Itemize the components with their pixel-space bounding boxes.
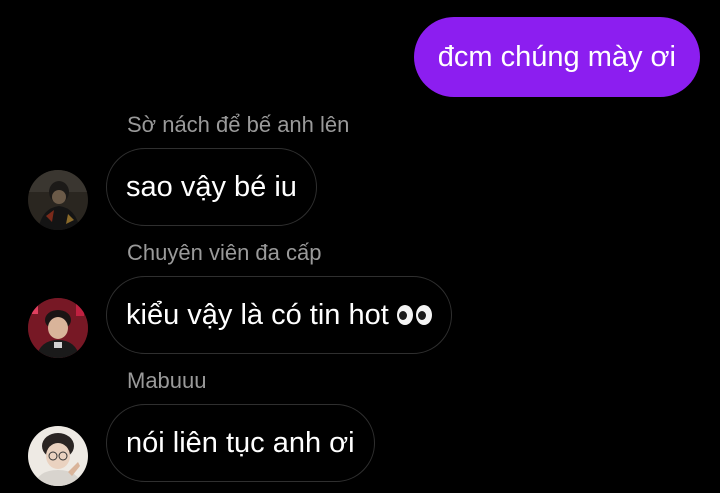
sender-name-2: Chuyên viên đa cấp xyxy=(127,240,322,265)
eyes-emoji-icon xyxy=(396,305,432,325)
sender-name-1: Sờ nách để bế anh lên xyxy=(127,112,350,137)
sent-message-bubble[interactable]: đcm chúng mày ơi xyxy=(413,17,700,97)
user-avatar-2[interactable] xyxy=(28,298,88,358)
chat-thread[interactable]: đcm chúng mày ơi Sờ nách để bế anh lên s… xyxy=(0,0,720,493)
received-message-bubble-2[interactable]: kiểu vậy là có tin hot xyxy=(106,276,452,354)
received-message-bubble-1[interactable]: sao vậy bé iu xyxy=(106,148,317,226)
user-avatar-3[interactable] xyxy=(28,426,88,486)
received-message-text-1: sao vậy bé iu xyxy=(126,170,297,203)
received-message-text-3: nói liên tục anh ơi xyxy=(126,426,355,459)
received-message-text-2: kiểu vậy là có tin hot xyxy=(126,298,389,331)
user-avatar-1[interactable] xyxy=(28,170,88,230)
received-message-bubble-3[interactable]: nói liên tục anh ơi xyxy=(106,404,375,482)
sender-name-3: Mabuuu xyxy=(127,368,207,393)
sent-message-text: đcm chúng mày ơi xyxy=(437,40,676,73)
